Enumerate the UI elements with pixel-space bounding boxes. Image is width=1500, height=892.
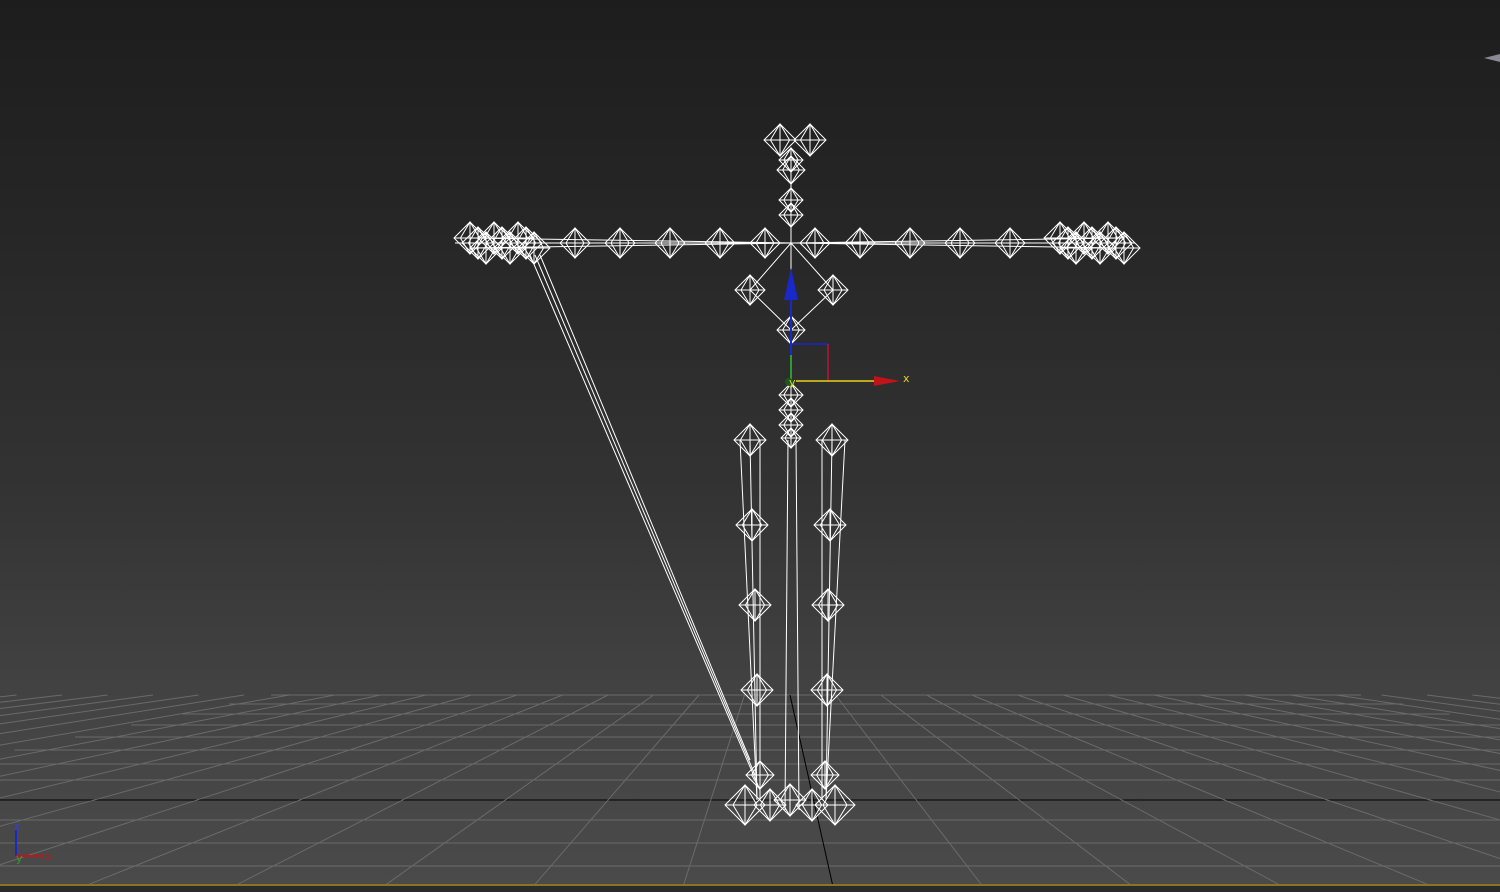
grid-column-line [1335, 694, 1500, 720]
grid-column-line [232, 694, 609, 888]
bone-link [539, 254, 751, 761]
bone-node [944, 227, 976, 259]
grid-column-line [835, 694, 984, 887]
grid-column-line [82, 694, 563, 888]
bone-node [799, 227, 831, 259]
bone-node [733, 423, 767, 457]
bone-node [753, 788, 787, 822]
bone-link [784, 439, 789, 811]
bone-node [749, 227, 781, 259]
bone-node [815, 423, 849, 457]
grid-column-line [1017, 694, 1500, 860]
viewport-scene[interactable]: x y z x y [0, 0, 1500, 892]
bone-node [740, 673, 774, 707]
bone-node [704, 227, 736, 259]
grid-column-line [1426, 694, 1500, 705]
viewcube-edge-icon[interactable] [1484, 54, 1500, 62]
bone-node [604, 227, 636, 259]
home-grid [0, 694, 1500, 889]
grid-column-line [1062, 694, 1500, 821]
bone-node [1099, 226, 1133, 260]
bone-node [793, 123, 827, 157]
bone-link [749, 242, 792, 291]
tripod-x-label: x [45, 850, 52, 863]
front-viewport[interactable]: x y z x y [0, 0, 1500, 892]
grid-column-line [1244, 694, 1500, 741]
gizmo-z-arrow-icon[interactable] [784, 268, 798, 300]
tripod-y-label: y [16, 852, 23, 865]
grid-column-line [1153, 694, 1500, 771]
grid-column-line [0, 694, 154, 717]
tripod-z-label: z [14, 820, 20, 833]
bone-node [780, 427, 802, 449]
gizmo-x-label: x [903, 372, 910, 385]
bone-link [529, 254, 761, 791]
biped-skeleton[interactable] [453, 123, 1141, 826]
grid-column-line [532, 694, 700, 887]
grid-column-line [0, 694, 472, 827]
bone-node [735, 508, 769, 542]
gizmo-xz-plane[interactable] [791, 343, 829, 381]
bone-node [1107, 231, 1141, 265]
grid-column-line [926, 694, 1284, 888]
grid-column-line [971, 694, 1434, 888]
bone-link [534, 254, 756, 776]
bone-link [790, 242, 834, 291]
bone-node [501, 221, 535, 255]
bone-node [559, 227, 591, 259]
bone-node [509, 226, 543, 260]
grid-column-line [0, 694, 518, 866]
bone-node [1091, 221, 1125, 255]
bone-link [749, 289, 792, 331]
bone-node [894, 227, 926, 259]
bone-node [844, 227, 876, 259]
bone-node [994, 227, 1026, 259]
viewport-bottom-border [0, 884, 1500, 892]
gizmo-x-arrow-icon[interactable] [874, 376, 900, 386]
bone-node [810, 673, 844, 707]
bone-node [811, 588, 845, 622]
grid-column-line [880, 694, 1134, 888]
bone-node [654, 227, 686, 259]
bone-node [745, 760, 775, 790]
grid-column-line [1108, 694, 1500, 793]
grid-column-line [382, 694, 654, 888]
bone-link [795, 439, 800, 811]
grid-column-line [1199, 694, 1500, 755]
bone-node [517, 231, 551, 265]
bone-link [790, 289, 834, 331]
grid-column-line [1290, 694, 1500, 730]
bone-node [778, 202, 804, 228]
bone-node [795, 788, 829, 822]
bone-node [738, 588, 772, 622]
gizmo-y-label: y [789, 376, 796, 389]
